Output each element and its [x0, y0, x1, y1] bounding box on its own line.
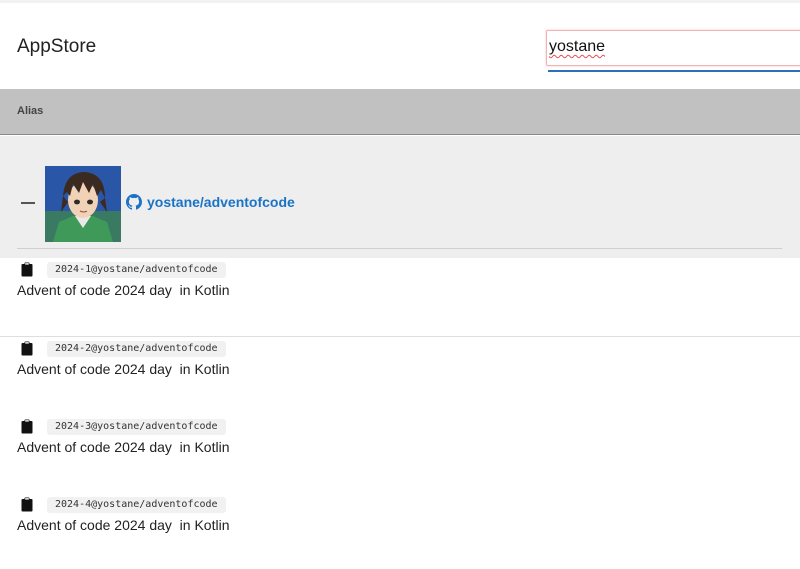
column-header-alias[interactable]: Alias: [17, 105, 43, 117]
github-icon: [126, 194, 142, 210]
item-id-badge: 2024-4@yostane/adventofcode: [47, 497, 226, 513]
app-title: AppStore: [17, 36, 97, 57]
group-row: yostane/adventofcode: [0, 136, 800, 258]
item-id-badge: 2024-1@yostane/adventofcode: [47, 262, 226, 278]
table-header: Alias: [0, 89, 800, 135]
repo-link[interactable]: yostane/adventofcode: [147, 194, 295, 210]
item-description: Advent of code 2024 day in Kotlin: [17, 361, 230, 377]
clipboard-icon: [21, 419, 33, 434]
list-item[interactable]: 2024-3@yostane/adventofcode Advent of co…: [0, 415, 800, 494]
group-divider: [17, 248, 782, 249]
search-focus-underline: [548, 70, 800, 72]
item-description: Advent of code 2024 day in Kotlin: [17, 439, 230, 455]
clipboard-icon: [21, 497, 33, 512]
item-description: Advent of code 2024 day in Kotlin: [17, 282, 230, 298]
item-description: Advent of code 2024 day in Kotlin: [17, 517, 230, 533]
clipboard-icon: [21, 262, 33, 277]
avatar: [45, 166, 121, 242]
item-id-badge: 2024-3@yostane/adventofcode: [47, 419, 226, 435]
search-input[interactable]: yostane: [546, 30, 800, 66]
list-item[interactable]: 2024-4@yostane/adventofcode Advent of co…: [0, 493, 800, 569]
minus-icon[interactable]: [21, 202, 35, 204]
list-item[interactable]: 2024-2@yostane/adventofcode Advent of co…: [0, 337, 800, 416]
search-input-value[interactable]: yostane: [549, 38, 605, 56]
clipboard-icon: [21, 341, 33, 356]
item-id-badge: 2024-2@yostane/adventofcode: [47, 341, 226, 357]
list-item[interactable]: 2024-1@yostane/adventofcode Advent of co…: [0, 258, 800, 337]
